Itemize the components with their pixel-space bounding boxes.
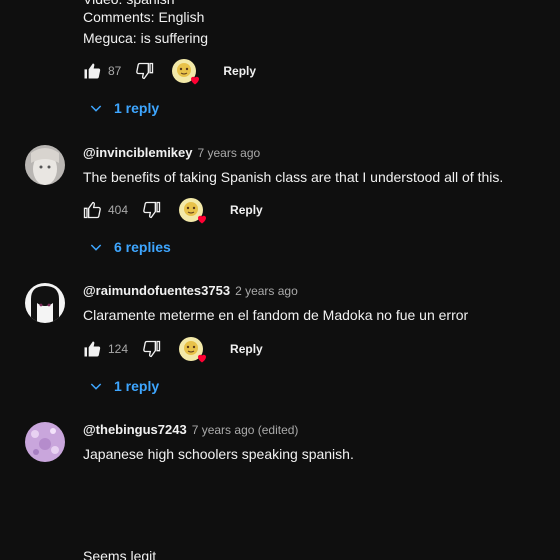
thumbs-down-icon (143, 340, 161, 358)
comment-text: Japanese high schoolers speaking spanish… (83, 446, 354, 462)
comment-actions: 87 Reply (80, 56, 268, 86)
comment-actions: 404 Reply (80, 195, 275, 225)
heart-icon (198, 215, 207, 224)
comment-text-line: Comments: English (83, 9, 205, 25)
comment-text: The benefits of taking Spanish class are… (83, 169, 504, 185)
dislike-button[interactable] (140, 337, 164, 361)
comment-timestamp[interactable]: 7 years ago (198, 146, 261, 160)
view-replies-button[interactable]: 1 reply (84, 374, 159, 398)
comment-timestamp[interactable]: 2 years ago (235, 284, 298, 298)
like-count: 124 (108, 342, 129, 356)
avatar[interactable] (25, 145, 65, 185)
heart-icon (198, 354, 207, 363)
comment-text: Claramente meterme en el fandom de Madok… (83, 307, 469, 323)
heart-icon (191, 76, 200, 85)
thumbs-down-icon (136, 62, 154, 80)
replies-count-label: 1 reply (114, 378, 160, 394)
thumbs-down-icon (143, 201, 161, 219)
chevron-down-icon (84, 96, 108, 120)
comment-header: @raimundofuentes3753 2 years ago (83, 283, 298, 301)
comment-timestamp[interactable]: 7 years ago (edited) (192, 423, 299, 437)
reply-button[interactable]: Reply (218, 336, 275, 362)
comment-text-line: Meguca: is suffering (83, 30, 209, 46)
creator-heart-badge (178, 197, 207, 224)
comment-text-line: Seems legit (83, 548, 157, 560)
comment-author[interactable]: @raimundofuentes3753 (83, 283, 230, 298)
chevron-down-icon (84, 235, 108, 259)
dislike-button[interactable] (133, 59, 157, 83)
like-count: 404 (108, 203, 129, 217)
view-replies-button[interactable]: 1 reply (84, 96, 159, 120)
like-button[interactable] (80, 198, 104, 222)
chevron-down-icon (84, 374, 108, 398)
replies-count-label: 1 reply (114, 100, 160, 116)
comment-author[interactable]: @invinciblemikey (83, 145, 193, 160)
thumbs-up-icon (83, 201, 101, 219)
avatar[interactable] (25, 283, 65, 323)
thumbs-up-filled-icon (84, 341, 101, 357)
reply-button[interactable]: Reply (211, 58, 268, 84)
replies-count-label: 6 replies (114, 239, 171, 255)
comment-header: @invinciblemikey 7 years ago (83, 145, 260, 163)
comment-header: @thebingus7243 7 years ago (edited) (83, 422, 298, 440)
creator-heart-badge (171, 58, 200, 85)
creator-heart-badge (178, 336, 207, 363)
like-button[interactable] (80, 59, 104, 83)
like-button[interactable] (80, 337, 104, 361)
comment-author[interactable]: @thebingus7243 (83, 422, 187, 437)
avatar[interactable] (25, 422, 65, 462)
comment-actions: 124 Reply (80, 334, 275, 364)
dislike-button[interactable] (140, 198, 164, 222)
view-replies-button[interactable]: 6 replies (84, 235, 171, 259)
thumbs-up-filled-icon (84, 63, 101, 79)
reply-button[interactable]: Reply (218, 197, 275, 223)
like-count: 87 (108, 64, 122, 78)
